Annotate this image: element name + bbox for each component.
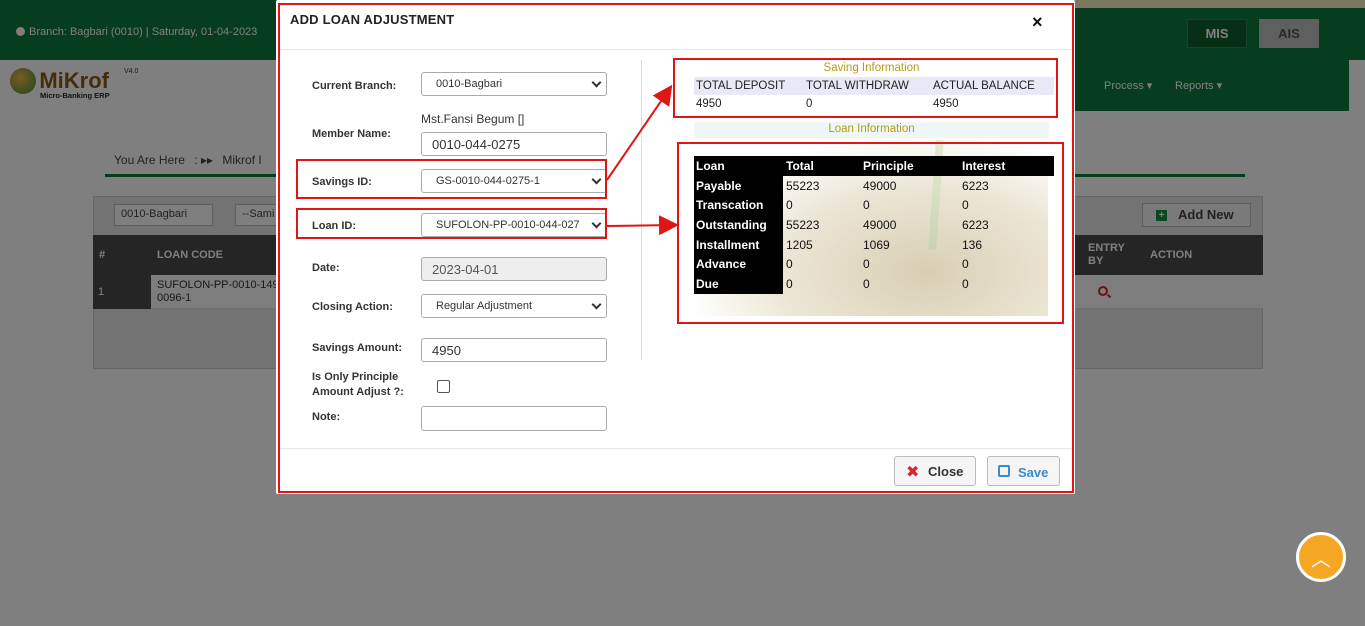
savings-amount-label: Savings Amount: <box>312 342 403 354</box>
closing-action-select[interactable]: Regular Adjustment <box>421 294 607 318</box>
loan-info-table: Loan Total Principle Interest Payable 55… <box>694 156 1054 294</box>
loan-row-transaction: Transcation 0 0 0 <box>694 195 1054 216</box>
member-name-label: Member Name: <box>312 128 391 140</box>
saving-info-values: 4950 0 4950 <box>696 98 959 110</box>
chevron-down-icon <box>591 299 602 310</box>
chevron-up-icon: ︿ <box>1311 548 1331 571</box>
savings-id-select[interactable]: GS-0010-044-0275-1 <box>421 169 607 193</box>
footer-divider <box>278 448 1073 449</box>
loan-row-installment: Installment 1205 1069 136 <box>694 234 1054 255</box>
saving-info-title: Saving Information <box>823 62 920 74</box>
loan-id-select[interactable]: SUFOLON-PP-0010-044-027 <box>421 213 607 237</box>
close-icon: ✖ <box>906 464 920 481</box>
modal-title: ADD LOAN ADJUSTMENT <box>290 12 455 27</box>
date-input: 2023-04-01 <box>421 257 607 281</box>
member-id-input[interactable]: 0010-044-0275 <box>421 132 607 156</box>
column-divider <box>641 60 642 360</box>
chevron-down-icon <box>591 77 602 88</box>
date-label: Date: <box>312 262 340 274</box>
loan-info-title: Loan Information <box>828 123 915 135</box>
close-icon[interactable]: × <box>1032 12 1043 33</box>
close-button[interactable]: ✖ Close <box>894 456 976 486</box>
saving-info-header: TOTAL DEPOSIT TOTAL WITHDRAW ACTUAL BALA… <box>694 77 1054 95</box>
saving-info-table: TOTAL DEPOSIT TOTAL WITHDRAW ACTUAL BALA… <box>694 77 1054 113</box>
loan-row-due: Due 0 0 0 <box>694 274 1054 294</box>
savings-id-label: Savings ID: <box>312 176 372 188</box>
loan-row-advance: Advance 0 0 0 <box>694 254 1054 275</box>
save-button[interactable]: Save <box>987 456 1060 486</box>
current-branch-select[interactable]: 0010-Bagbari <box>421 72 607 96</box>
closing-action-label: Closing Action: <box>312 301 393 313</box>
chevron-down-icon <box>591 218 602 229</box>
member-name-display: Mst.Fansi Begum [] <box>421 112 525 126</box>
chevron-down-icon <box>591 174 602 185</box>
loan-id-label: Loan ID: <box>312 220 356 232</box>
principle-only-label: Is Only Principle Amount Adjust ?: <box>312 371 404 398</box>
scroll-top-button[interactable]: ︿ <box>1296 532 1346 582</box>
note-textarea[interactable] <box>421 406 607 431</box>
loan-row-payable: Payable 55223 49000 6223 <box>694 175 1054 196</box>
loan-row-outstanding: Outstanding 55223 49000 6223 <box>694 215 1054 235</box>
note-label: Note: <box>312 411 341 423</box>
add-loan-adjustment-modal: ADD LOAN ADJUSTMENT × Current Branch: 00… <box>276 0 1075 494</box>
savings-amount-input[interactable]: 4950 <box>421 338 607 362</box>
header-divider <box>278 49 1073 50</box>
floppy-icon <box>998 465 1010 477</box>
principle-only-checkbox[interactable] <box>437 380 450 393</box>
current-branch-label: Current Branch: <box>312 80 397 92</box>
loan-info-header: Loan Total Principle Interest <box>694 156 1054 176</box>
